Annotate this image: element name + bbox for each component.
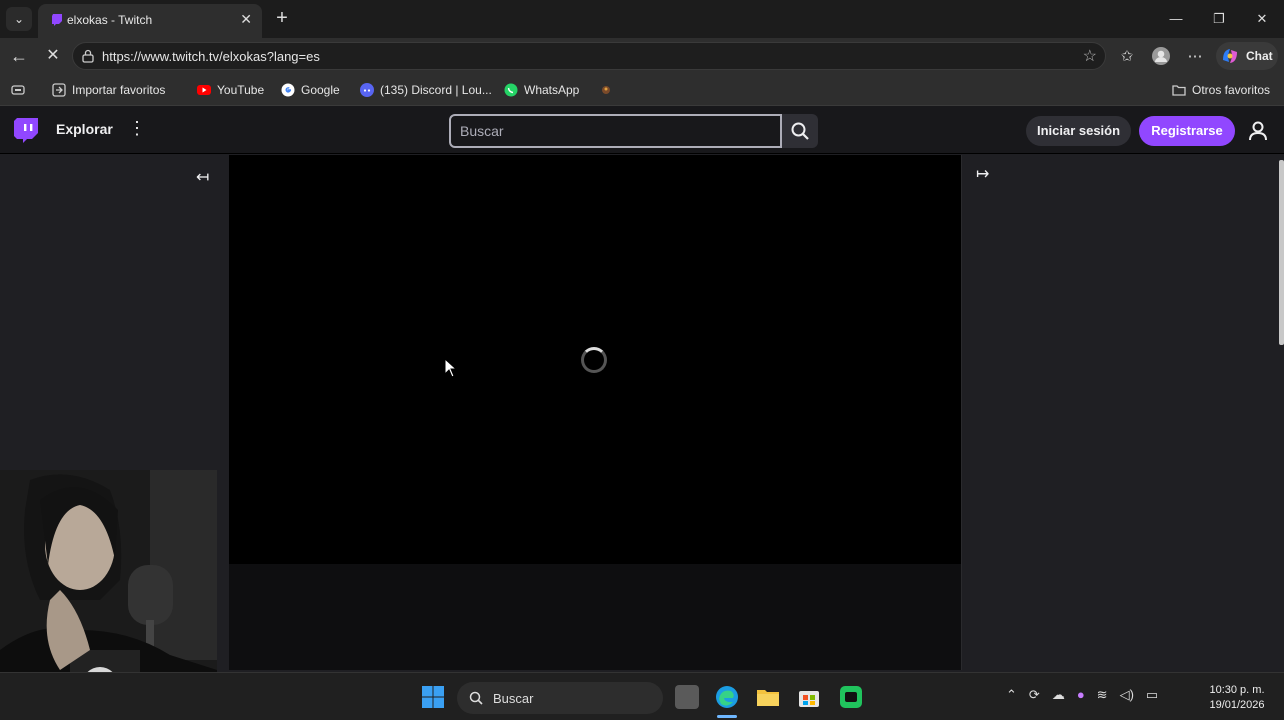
taskbar-search-box[interactable]: Buscar bbox=[457, 682, 663, 714]
microphone-icon[interactable]: ● bbox=[1077, 687, 1085, 703]
whatsapp-icon bbox=[504, 83, 518, 97]
url-text: https://www.twitch.tv/elxokas?lang=es bbox=[102, 49, 320, 64]
minimize-icon[interactable]: — bbox=[1156, 8, 1196, 30]
close-window-icon[interactable]: ✕ bbox=[1242, 8, 1282, 30]
bookmarks-bar: Importar favoritos YouTube Google (135) … bbox=[0, 74, 1284, 106]
app-green-icon[interactable] bbox=[839, 685, 863, 709]
other-bookmarks-folder[interactable]: Otros favoritos bbox=[1172, 81, 1270, 99]
site-favicon-icon bbox=[602, 86, 610, 94]
more-options-icon[interactable]: ⋯ bbox=[1184, 46, 1206, 68]
login-button[interactable]: Iniciar sesión bbox=[1026, 116, 1131, 146]
chevron-up-icon[interactable]: ⌃ bbox=[1006, 687, 1017, 703]
browser-tab-active[interactable]: elxokas - Twitch ✕ bbox=[38, 4, 262, 38]
close-tab-icon[interactable]: ✕ bbox=[240, 11, 252, 28]
edge-browser-icon[interactable] bbox=[715, 685, 739, 709]
bookmark-discord[interactable]: (135) Discord | Lou... bbox=[360, 81, 492, 99]
import-icon bbox=[52, 83, 66, 97]
google-icon bbox=[281, 83, 295, 97]
bookmark-google[interactable]: Google bbox=[281, 81, 340, 99]
stop-loading-icon[interactable]: ✕ bbox=[40, 44, 66, 68]
search-input[interactable] bbox=[449, 114, 782, 148]
volume-icon[interactable]: ◁) bbox=[1120, 687, 1134, 703]
more-vertical-icon[interactable]: ⋮ bbox=[128, 118, 146, 139]
battery-icon[interactable]: ▭ bbox=[1146, 687, 1158, 703]
sync-icon[interactable]: ⟳ bbox=[1029, 687, 1040, 703]
cloud-icon[interactable]: ☁ bbox=[1052, 687, 1065, 703]
clock-date: 19/01/2026 bbox=[1209, 699, 1265, 711]
profile-avatar-icon[interactable] bbox=[1150, 46, 1172, 68]
clock[interactable]: 10:30 p. m. 19/01/2026 bbox=[1202, 683, 1272, 713]
explore-link[interactable]: Explorar bbox=[56, 121, 113, 137]
wifi-icon[interactable]: ≋ bbox=[1097, 687, 1108, 703]
restore-icon[interactable]: ❐ bbox=[1199, 8, 1239, 30]
signup-button[interactable]: Registrarse bbox=[1139, 116, 1235, 146]
search-button[interactable] bbox=[782, 114, 818, 148]
loading-spinner-icon bbox=[581, 347, 607, 373]
folder-icon bbox=[1172, 85, 1186, 96]
mouse-cursor-icon bbox=[444, 358, 458, 378]
favorite-star-icon[interactable]: ☆ bbox=[1083, 46, 1097, 66]
copilot-icon bbox=[1223, 49, 1237, 63]
windows-start-icon[interactable] bbox=[421, 685, 445, 709]
tab-title: elxokas - Twitch bbox=[67, 13, 153, 27]
copilot-chat-button[interactable]: Chat bbox=[1216, 42, 1278, 70]
user-icon[interactable] bbox=[1246, 118, 1270, 144]
tab-actions-menu-button[interactable]: ⌄ bbox=[6, 7, 32, 31]
favorites-icon[interactable]: ✩ bbox=[1116, 46, 1138, 68]
windows-taskbar: Buscar ⌃ ⟳ ☁ ● ≋ ◁) ▭ 10:30 p. m. 19/01/… bbox=[0, 672, 1284, 720]
system-tray: ⌃ ⟳ ☁ ● ≋ ◁) ▭ bbox=[1006, 687, 1158, 703]
bookmark-whatsapp[interactable]: WhatsApp bbox=[504, 81, 579, 99]
twitch-favicon-icon bbox=[52, 14, 62, 26]
microsoft-store-icon[interactable] bbox=[797, 685, 821, 709]
bookmark-youtube[interactable]: YouTube bbox=[197, 81, 264, 99]
address-bar[interactable]: https://www.twitch.tv/elxokas?lang=es ☆ bbox=[72, 42, 1106, 70]
chat-label: Chat bbox=[1246, 49, 1273, 63]
browser-toolbar: ← ✕ https://www.twitch.tv/elxokas?lang=e… bbox=[0, 38, 1284, 74]
page-scrollbar[interactable] bbox=[1279, 160, 1284, 345]
collapse-chat-icon[interactable]: ↦ bbox=[976, 164, 989, 184]
twitch-top-nav: Explorar ⋮ Iniciar sesión Registrarse bbox=[0, 106, 1284, 154]
new-tab-button[interactable]: + bbox=[270, 6, 294, 30]
chat-panel: ↦ bbox=[961, 155, 1284, 670]
bookmark-unlabeled[interactable] bbox=[599, 81, 613, 99]
tab-strip: ⌄ elxokas - Twitch ✕ + — ❐ ✕ bbox=[0, 0, 1284, 38]
site-info-icon[interactable] bbox=[81, 49, 95, 63]
channel-info-area bbox=[229, 564, 961, 670]
task-view-icon[interactable] bbox=[675, 685, 699, 709]
video-player[interactable] bbox=[229, 155, 961, 564]
taskbar-search-label: Buscar bbox=[493, 690, 534, 706]
active-app-indicator bbox=[717, 715, 737, 718]
clock-time: 10:30 p. m. bbox=[1209, 684, 1265, 696]
search-icon bbox=[791, 122, 809, 140]
file-explorer-icon[interactable] bbox=[756, 685, 780, 709]
tab-groups-icon[interactable] bbox=[11, 81, 25, 99]
collapse-sidebar-icon[interactable]: ↤ bbox=[196, 167, 209, 187]
search-icon bbox=[469, 691, 483, 705]
bookmark-import[interactable]: Importar favoritos bbox=[52, 81, 165, 99]
youtube-icon bbox=[197, 85, 211, 95]
discord-icon bbox=[360, 83, 374, 97]
twitch-logo-icon[interactable] bbox=[14, 118, 38, 144]
back-arrow-icon[interactable]: ← bbox=[6, 44, 32, 68]
